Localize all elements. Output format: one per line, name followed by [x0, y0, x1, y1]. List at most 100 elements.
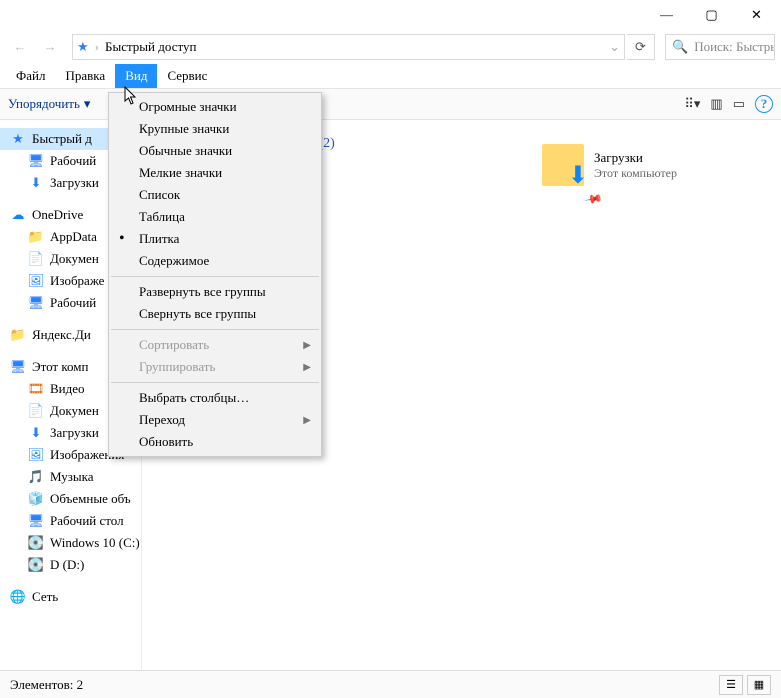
menu-item[interactable]: Огромные значки	[109, 96, 321, 118]
refresh-button[interactable]: ⟳	[627, 34, 655, 60]
tree-label: Windows 10 (C:)	[50, 535, 140, 551]
menu-item[interactable]: Развернуть все группы	[109, 281, 321, 303]
folder-downloads-icon: ⬇	[542, 144, 584, 186]
search-icon: 🔍	[672, 39, 688, 55]
folder-downloads[interactable]: ⬇ Загрузки Этот компьютер	[542, 144, 677, 186]
tree-item[interactable]: 🎵 Музыка	[0, 466, 141, 488]
tree-label: Изображе	[50, 273, 104, 289]
menu-item[interactable]: Таблица	[109, 206, 321, 228]
folder-icon: 📁	[28, 229, 44, 245]
tree-label: Докумен	[50, 403, 99, 419]
tree-label: AppData	[50, 229, 97, 245]
tree-label: Докумен	[50, 251, 99, 267]
tree-label: Загрузки	[50, 425, 99, 441]
downloads-icon: ⬇	[28, 175, 44, 191]
menu-edit[interactable]: Правка	[56, 64, 116, 88]
view-options-button[interactable]: ⠿▾	[684, 96, 700, 112]
document-icon: 📄	[28, 251, 44, 267]
menu-item[interactable]: Обычные значки	[109, 140, 321, 162]
back-button[interactable]: ←	[6, 34, 34, 60]
folder-title: Загрузки	[594, 150, 677, 166]
title-bar: — ▢ ✕	[0, 0, 781, 30]
tree-label: Этот комп	[32, 359, 88, 375]
menu-item[interactable]: Мелкие значки	[109, 162, 321, 184]
preview-pane-button[interactable]: ▭	[733, 96, 745, 112]
music-icon: 🎵	[28, 469, 44, 485]
menu-separator	[111, 276, 319, 277]
tree-item[interactable]: 💽 Windows 10 (C:)	[0, 532, 141, 554]
help-button[interactable]: ?	[755, 95, 773, 113]
submenu-arrow-icon: ▶	[303, 415, 311, 426]
minimize-button[interactable]: —	[644, 1, 689, 29]
menu-bar: Файл Правка Вид Сервис	[0, 64, 781, 88]
layout-button[interactable]: ▥	[710, 96, 722, 112]
view-tiles-button[interactable]: ▦	[747, 675, 771, 695]
tree-item[interactable]: 💽 D (D:)	[0, 554, 141, 576]
menu-separator	[111, 329, 319, 330]
tree-label: Рабочий стол	[50, 513, 124, 529]
view-details-button[interactable]: ☰	[719, 675, 743, 695]
close-button[interactable]: ✕	[734, 1, 779, 29]
menu-item[interactable]: Выбрать столбцы…	[109, 387, 321, 409]
view-menu-dropdown: Огромные значкиКрупные значкиОбычные зна…	[108, 92, 322, 457]
tree-label: D (D:)	[50, 557, 84, 573]
menu-file[interactable]: Файл	[6, 64, 56, 88]
submenu-arrow-icon: ▶	[303, 340, 311, 351]
tree-label: Яндекс.Ди	[32, 327, 91, 343]
tree-label: Загрузки	[50, 175, 99, 191]
menu-item[interactable]: Переход▶	[109, 409, 321, 431]
search-placeholder: Поиск: Быстрый …	[694, 39, 775, 55]
menu-item[interactable]: Список	[109, 184, 321, 206]
quick-access-star-icon: ★	[77, 39, 89, 55]
desktop-icon: 🖥	[28, 513, 44, 529]
menu-item: Группировать▶	[109, 356, 321, 378]
tree-label: Рабочий	[50, 153, 96, 169]
video-icon: 🎞	[28, 381, 44, 397]
menu-item[interactable]: Свернуть все группы	[109, 303, 321, 325]
tree-item[interactable]: 🧊Объемные объ	[0, 488, 141, 510]
tree-item[interactable]: 🖥 Рабочий стол	[0, 510, 141, 532]
status-bar: Элементов: 2 ☰ ▦	[0, 670, 781, 698]
tree-label: Сеть	[32, 589, 58, 605]
menu-separator	[111, 382, 319, 383]
tree-label: Быстрый д	[32, 131, 92, 147]
document-icon: 📄	[28, 403, 44, 419]
pc-icon: 🖥	[10, 359, 26, 375]
submenu-arrow-icon: ▶	[303, 362, 311, 373]
image-icon: 🖼	[28, 447, 44, 463]
tree-label: Рабочий	[50, 295, 96, 311]
object3d-icon: 🧊	[28, 491, 44, 507]
menu-item[interactable]: Крупные значки	[109, 118, 321, 140]
menu-item[interactable]: Содержимое	[109, 250, 321, 272]
forward-button[interactable]: →	[36, 34, 64, 60]
drive-icon: 💽	[28, 535, 44, 551]
tree-label: Видео	[50, 381, 85, 397]
address-dropdown-icon[interactable]: ⌄	[609, 39, 620, 55]
tree-label: Музыка	[50, 469, 94, 485]
breadcrumb-separator-icon: ›	[95, 39, 99, 55]
address-bar[interactable]: ★ › Быстрый доступ ⌄	[72, 34, 625, 60]
tree-label: OneDrive	[32, 207, 83, 223]
folder-icon: 📁	[10, 327, 26, 343]
downloads-icon: ⬇	[28, 425, 44, 441]
menu-item[interactable]: Плитка•	[109, 228, 321, 250]
menu-view[interactable]: Вид	[115, 64, 157, 88]
menu-item: Сортировать▶	[109, 334, 321, 356]
desktop-icon: 🖥	[28, 295, 44, 311]
tree-network[interactable]: 🌐 Сеть	[0, 586, 141, 608]
maximize-button[interactable]: ▢	[689, 1, 734, 29]
menu-item[interactable]: Обновить	[109, 431, 321, 453]
search-input[interactable]: 🔍 Поиск: Быстрый …	[665, 34, 775, 60]
drive-icon: 💽	[28, 557, 44, 573]
folder-subtitle: Этот компьютер	[594, 166, 677, 181]
status-count: Элементов: 2	[10, 677, 83, 693]
pin-icon: 📌	[583, 189, 604, 210]
organize-label: Упорядочить	[8, 96, 80, 112]
nav-bar: ← → ★ › Быстрый доступ ⌄ ⟳ 🔍 Поиск: Быст…	[0, 30, 781, 64]
network-icon: 🌐	[10, 589, 26, 605]
chevron-down-icon: ▾	[84, 96, 91, 112]
breadcrumb-label: Быстрый доступ	[105, 39, 196, 55]
organize-button[interactable]: Упорядочить ▾	[8, 96, 90, 112]
menu-service[interactable]: Сервис	[157, 64, 217, 88]
star-icon: ★	[10, 131, 26, 147]
